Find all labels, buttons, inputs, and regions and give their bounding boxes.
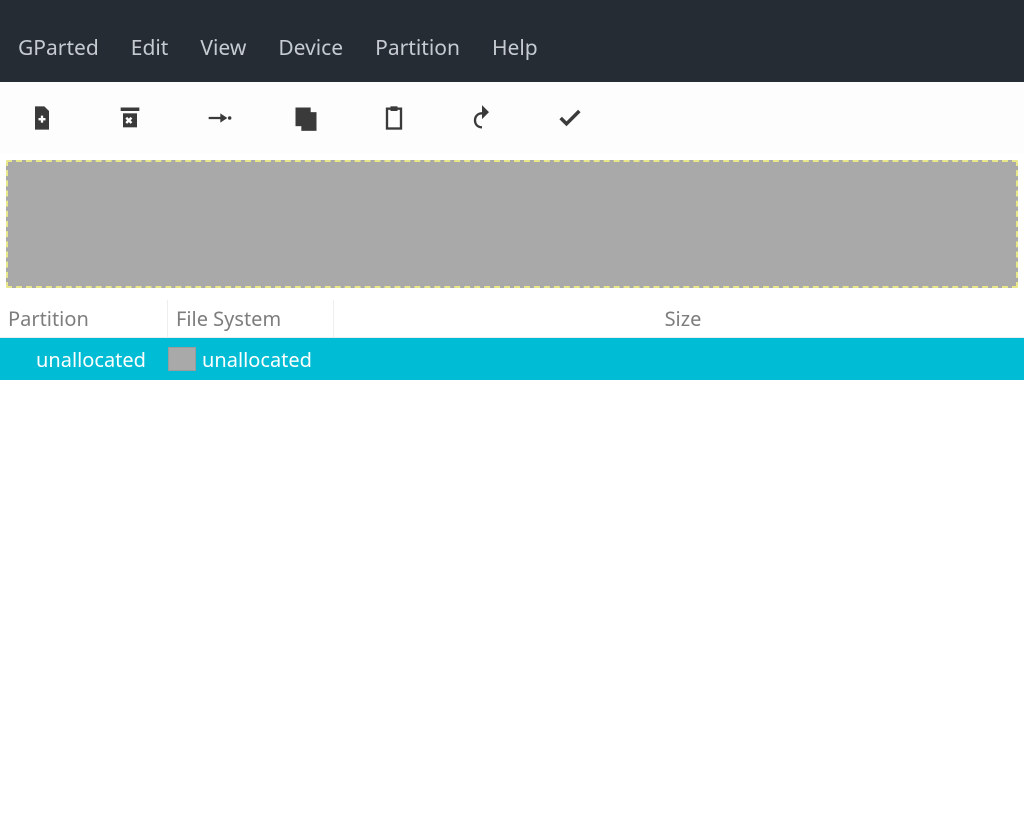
paste-button[interactable] — [370, 93, 458, 143]
table-row[interactable]: unallocated unallocated — [0, 338, 1024, 380]
cell-partition: unallocated — [0, 338, 168, 380]
cell-size — [334, 338, 1024, 380]
menu-view[interactable]: View — [194, 28, 252, 68]
check-icon — [556, 104, 584, 132]
toolbar — [0, 82, 1024, 154]
column-header-filesystem[interactable]: File System — [168, 300, 334, 337]
filesystem-color-swatch — [168, 347, 196, 371]
menu-gparted[interactable]: GParted — [12, 28, 105, 68]
menu-help[interactable]: Help — [486, 28, 544, 68]
undo-button[interactable] — [458, 93, 546, 143]
partition-visualization[interactable] — [6, 160, 1018, 288]
apply-button[interactable] — [546, 93, 634, 143]
menu-device[interactable]: Device — [272, 28, 349, 68]
cell-filesystem: unallocated — [168, 338, 334, 380]
table-header: Partition File System Size — [0, 300, 1024, 338]
cell-filesystem-label: unallocated — [202, 346, 312, 373]
table-body: unallocated unallocated — [0, 338, 1024, 380]
copy-icon — [292, 104, 320, 132]
menu-edit[interactable]: Edit — [125, 28, 175, 68]
new-partition-button[interactable] — [18, 93, 106, 143]
trash-icon — [116, 104, 144, 132]
column-header-size[interactable]: Size — [334, 300, 1024, 337]
undo-icon — [468, 104, 496, 132]
resize-move-button[interactable] — [194, 93, 282, 143]
menubar: GParted Edit View Device Partition Help — [0, 0, 1024, 82]
partition-table: Partition File System Size unallocated u… — [0, 300, 1024, 380]
column-header-partition[interactable]: Partition — [0, 300, 168, 337]
resize-arrow-icon — [204, 104, 232, 132]
menu-partition[interactable]: Partition — [369, 28, 466, 68]
new-file-icon — [28, 104, 56, 132]
clipboard-icon — [380, 104, 408, 132]
delete-partition-button[interactable] — [106, 93, 194, 143]
copy-button[interactable] — [282, 93, 370, 143]
